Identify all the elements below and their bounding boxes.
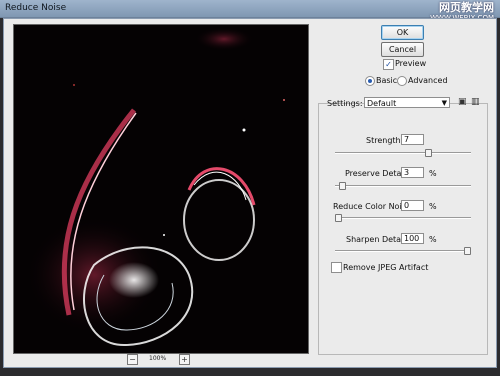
sharpen-details-value: 100 bbox=[404, 234, 420, 243]
settings-value: Default bbox=[367, 99, 397, 108]
remove-jpeg-artifact-label: Remove JPEG Artifact bbox=[343, 263, 429, 272]
dialog-body: − 100% + OK Cancel ✓ Preview Basic Advan… bbox=[3, 18, 497, 368]
preserve-details-slider-track[interactable] bbox=[335, 185, 471, 187]
preview-artwork bbox=[14, 25, 308, 353]
reduce-color-noise-slider-track[interactable] bbox=[335, 217, 471, 219]
sharpen-details-slider-track[interactable] bbox=[335, 250, 471, 252]
preserve-details-value: 3 bbox=[404, 168, 410, 177]
sharpen-details-field[interactable]: 100 bbox=[401, 233, 424, 244]
zoom-controls: − 100% + bbox=[127, 354, 197, 366]
remove-jpeg-artifact-checkbox[interactable] bbox=[331, 262, 342, 273]
basic-label: Basic bbox=[376, 76, 398, 85]
strength-field[interactable]: 7 bbox=[401, 134, 424, 145]
reduce-color-noise-slider-thumb[interactable] bbox=[335, 214, 342, 222]
preview-image[interactable] bbox=[13, 24, 309, 354]
preserve-details-field[interactable]: 3 bbox=[401, 167, 424, 178]
window-title: Reduce Noise bbox=[5, 3, 67, 13]
cancel-button[interactable]: Cancel bbox=[381, 42, 424, 57]
zoom-out-button[interactable]: − bbox=[127, 354, 138, 365]
preserve-details-slider-thumb[interactable] bbox=[338, 182, 346, 190]
watermark-line1: 网页教学网 bbox=[439, 1, 494, 14]
chevron-down-icon: ▼ bbox=[441, 99, 447, 107]
preview-label: Preview bbox=[395, 59, 427, 68]
strength-value: 7 bbox=[404, 135, 410, 144]
save-disk-icon[interactable]: ▣ bbox=[458, 98, 468, 107]
sharpen-details-unit: % bbox=[429, 235, 437, 244]
advanced-label: Advanced bbox=[408, 76, 448, 85]
trash-icon[interactable]: ▥ bbox=[471, 98, 481, 107]
strength-slider-thumb[interactable] bbox=[425, 149, 433, 157]
sharpen-details-slider-thumb[interactable] bbox=[464, 247, 471, 255]
reduce-color-noise-unit: % bbox=[429, 202, 437, 211]
title-bar: Reduce Noise 网页教学网 WWW.WEBJX.COM bbox=[0, 0, 500, 22]
reduce-color-noise-value: 0 bbox=[404, 201, 410, 210]
advanced-radio[interactable] bbox=[397, 76, 407, 86]
zoom-in-button[interactable]: + bbox=[179, 354, 190, 365]
preview-checkbox[interactable]: ✓ bbox=[383, 59, 394, 70]
preserve-details-unit: % bbox=[429, 169, 437, 178]
strength-slider-track[interactable] bbox=[335, 152, 471, 154]
settings-label: Settings: bbox=[327, 99, 363, 108]
settings-dropdown[interactable]: Default ▼ bbox=[364, 97, 450, 108]
basic-radio[interactable] bbox=[365, 76, 375, 86]
zoom-level: 100% bbox=[149, 355, 167, 362]
strength-label: Strength: bbox=[366, 136, 404, 145]
reduce-color-noise-field[interactable]: 0 bbox=[401, 200, 424, 211]
ok-button[interactable]: OK bbox=[381, 25, 424, 40]
